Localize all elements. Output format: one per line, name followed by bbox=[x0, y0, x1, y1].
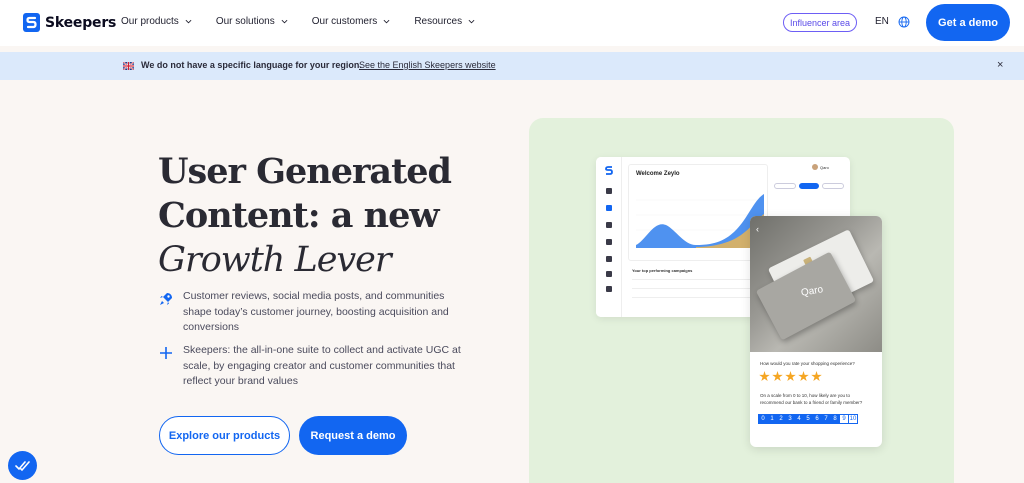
star-icon bbox=[785, 371, 796, 382]
dashboard-welcome: Welcome Zeylo bbox=[636, 171, 680, 177]
chevron-down-icon bbox=[383, 19, 390, 24]
plus-icon bbox=[160, 347, 172, 359]
back-icon: ‹ bbox=[756, 224, 759, 234]
main-nav: Our products Our solutions Our customers… bbox=[121, 16, 499, 27]
nav-label: Our solutions bbox=[215, 16, 275, 27]
nav-our-products[interactable]: Our products bbox=[121, 16, 192, 27]
top-navigation: Skeepers Our products Our solutions Our … bbox=[0, 0, 1024, 46]
phone-mockup: Qaro ‹ How would you rate your shopping … bbox=[750, 216, 882, 447]
nav-our-customers[interactable]: Our customers bbox=[312, 16, 391, 27]
chevron-down-icon bbox=[468, 19, 475, 24]
chevron-down-icon bbox=[185, 19, 192, 24]
chevron-down-icon bbox=[281, 19, 288, 24]
chat-button[interactable] bbox=[8, 451, 37, 480]
rocket-icon bbox=[606, 239, 612, 245]
nav-our-solutions[interactable]: Our solutions bbox=[216, 16, 288, 27]
feature-text: Customer reviews, social media posts, an… bbox=[183, 290, 449, 333]
feature-item: Skeepers: the all-in-one suite to collec… bbox=[158, 343, 468, 390]
star-icon bbox=[772, 371, 783, 382]
nps-question: On a scale from 0 to 10, how likely are … bbox=[760, 393, 863, 405]
title-line: User Generated bbox=[158, 151, 452, 192]
date-filter bbox=[822, 183, 844, 189]
rocket-icon bbox=[160, 293, 172, 305]
avatar bbox=[812, 164, 818, 170]
english-site-link[interactable]: See the English Skeepers website bbox=[359, 60, 496, 70]
star-icon bbox=[798, 371, 809, 382]
rating-question: How would you rate your shopping experie… bbox=[760, 361, 855, 366]
logo-text: Skeepers bbox=[45, 14, 117, 31]
settings-icon bbox=[606, 286, 612, 292]
date-filter-active bbox=[799, 183, 819, 189]
language-selector[interactable]: EN bbox=[875, 16, 889, 27]
close-icon[interactable]: × bbox=[997, 59, 1003, 71]
banner-message: We do not have a specific language for y… bbox=[141, 60, 362, 70]
uk-flag-icon bbox=[123, 62, 134, 70]
request-demo-button[interactable]: Request a demo bbox=[299, 416, 407, 455]
feature-item: Customer reviews, social media posts, an… bbox=[158, 289, 468, 336]
feature-text: Skeepers: the all-in-one suite to collec… bbox=[183, 344, 461, 387]
title-line: Growth Lever bbox=[158, 240, 392, 280]
skeepers-logo-icon bbox=[605, 166, 613, 175]
star-icon bbox=[811, 371, 822, 382]
nav-label: Resources bbox=[414, 16, 463, 27]
logo[interactable]: Skeepers bbox=[23, 13, 116, 32]
nav-label: Our customers bbox=[311, 16, 378, 27]
date-filter bbox=[774, 183, 796, 189]
chart-icon bbox=[606, 256, 612, 262]
document-icon bbox=[606, 205, 612, 211]
page-title: User Generated Content: a new Growth Lev… bbox=[158, 150, 452, 282]
mail-icon bbox=[606, 271, 612, 277]
tag-icon bbox=[606, 222, 612, 228]
home-icon bbox=[606, 188, 612, 194]
dashboard-sidebar bbox=[596, 157, 622, 317]
get-a-demo-button[interactable]: Get a demo bbox=[926, 4, 1010, 41]
area-chart bbox=[636, 194, 764, 248]
double-check-icon bbox=[14, 460, 30, 471]
title-line: Content: a new bbox=[158, 195, 440, 236]
skeepers-logo-icon bbox=[23, 13, 40, 32]
nps-option: 10 bbox=[848, 414, 858, 424]
product-photo: Qaro ‹ bbox=[750, 216, 882, 352]
star-icon bbox=[759, 371, 770, 382]
table-title: Your top performing campaigns bbox=[632, 268, 693, 273]
globe-icon[interactable] bbox=[898, 16, 910, 28]
nps-scale: 0 1 2 3 4 5 6 7 8 9 10 bbox=[758, 414, 858, 424]
nav-resources[interactable]: Resources bbox=[414, 16, 475, 27]
nav-label: Our products bbox=[121, 16, 179, 27]
star-rating bbox=[759, 371, 822, 382]
explore-products-button[interactable]: Explore our products bbox=[159, 416, 290, 455]
influencer-area-button[interactable]: Influencer area bbox=[783, 13, 857, 32]
dashboard-user: Qaro bbox=[820, 165, 829, 170]
